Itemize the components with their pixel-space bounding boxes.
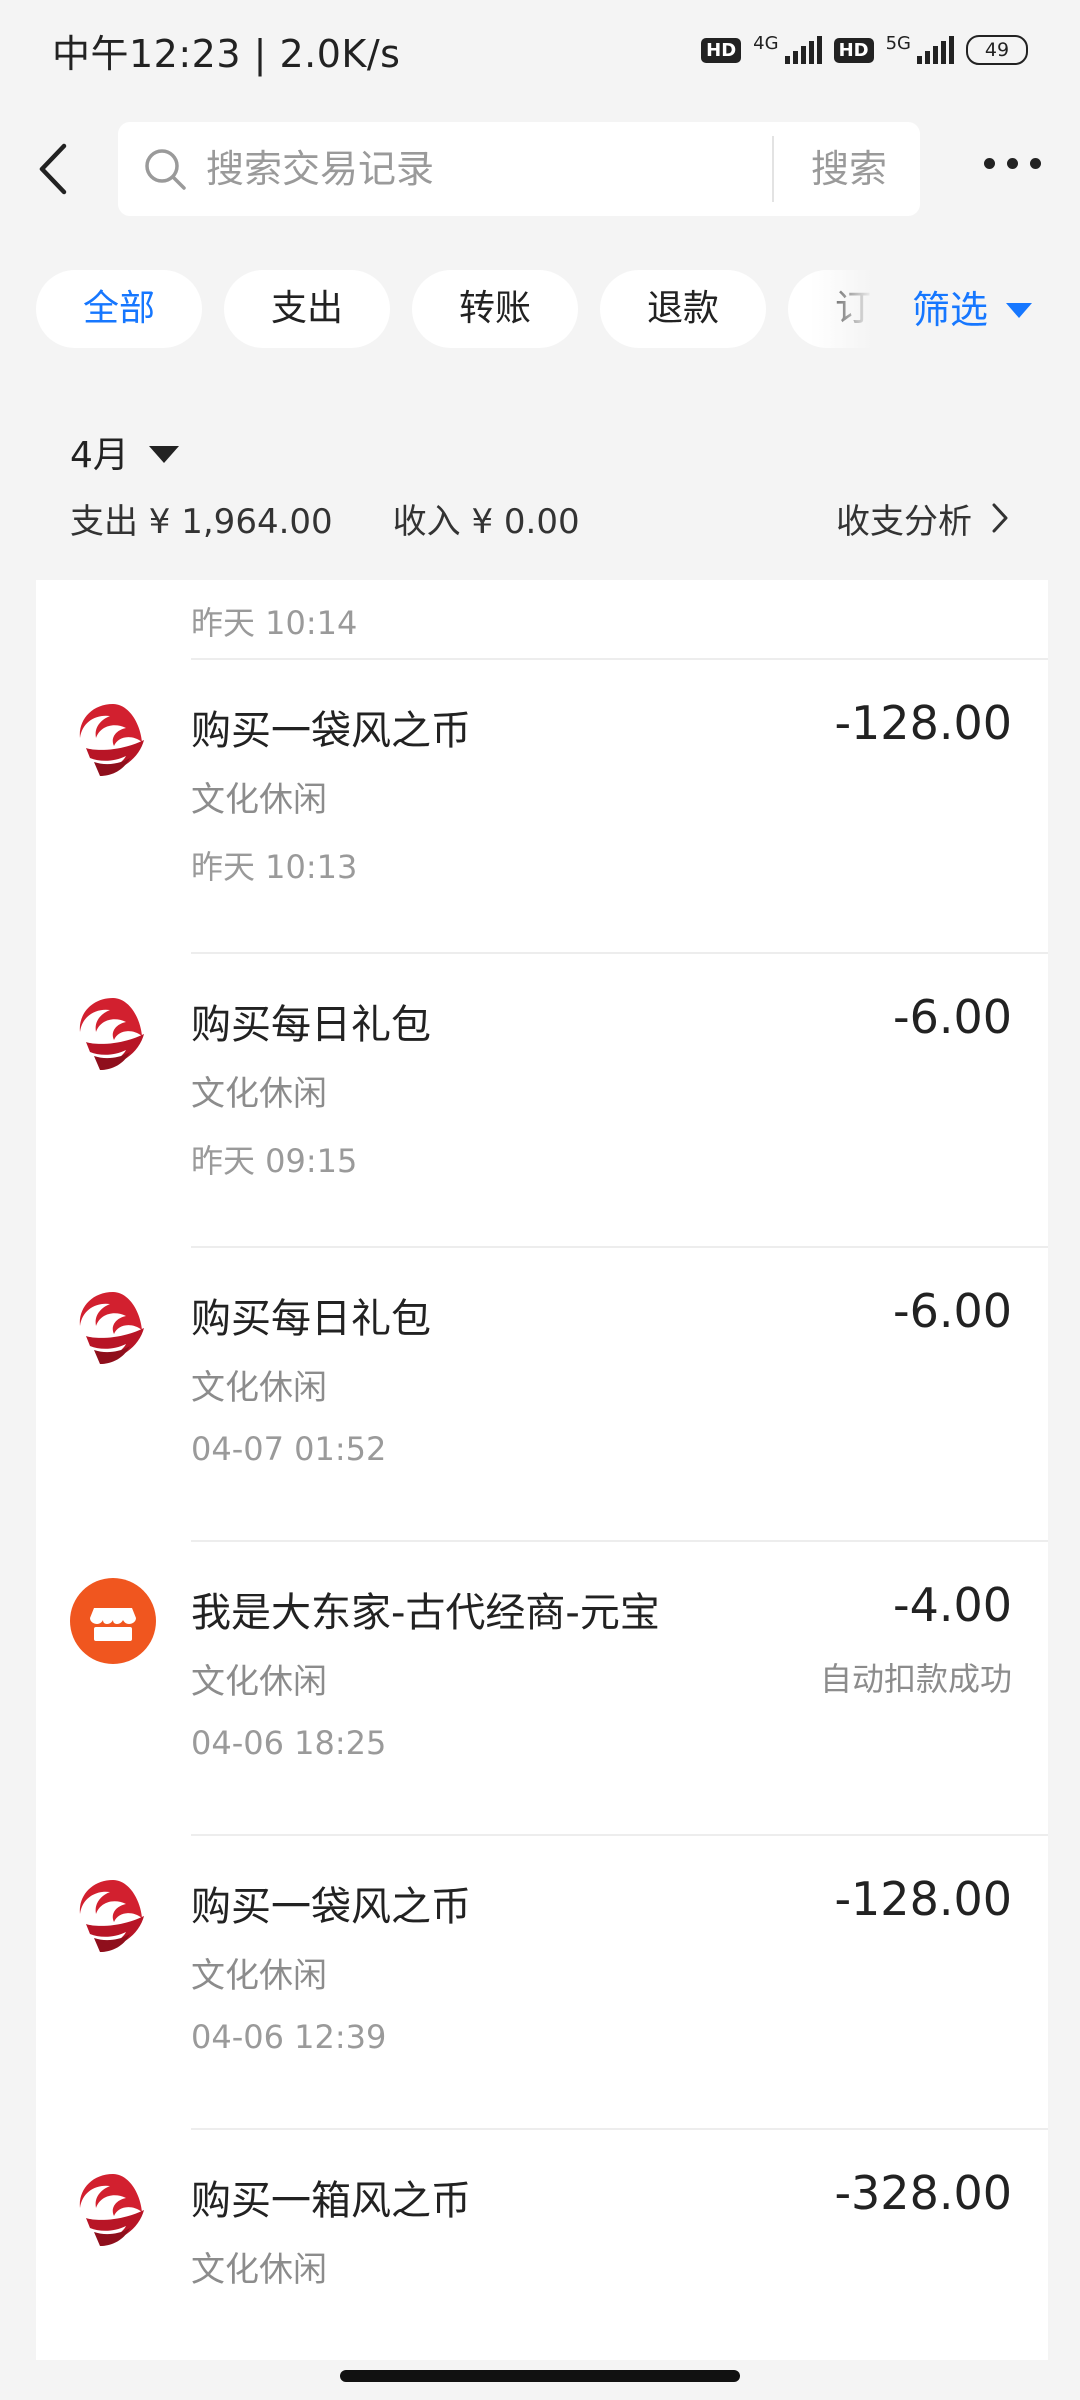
- transaction-title: 购买一箱风之币: [191, 2178, 471, 2224]
- month-selector[interactable]: 4月: [70, 424, 179, 480]
- search-placeholder: 搜索交易记录: [206, 147, 435, 191]
- battery-icon: 49: [966, 35, 1028, 65]
- fengzhi-logo-icon: [79, 2174, 144, 2246]
- hd-badge: HD: [701, 37, 742, 63]
- income-total: 收入 ¥ 0.00: [392, 501, 580, 542]
- shop-icon: [70, 1578, 156, 1664]
- hd-badge-2: HD: [833, 37, 874, 63]
- transaction-row[interactable]: 购买一袋风之币 文化休闲 昨天 10:13 -128.00: [36, 660, 1048, 954]
- fengzhi-logo-icon: [79, 998, 144, 1070]
- home-indicator[interactable]: [340, 2370, 740, 2382]
- transaction-list: 昨天 10:14 购买一袋风之币 文化休闲 昨天 10:13 -128.00 购…: [36, 580, 1048, 2360]
- search-divider: [772, 136, 774, 202]
- transaction-amount: -6.00: [892, 1284, 1012, 1338]
- status-icons: HD 4G HD 5G 49: [701, 33, 1028, 68]
- filter-label: 筛选: [912, 288, 989, 332]
- transaction-category: 文化休闲: [191, 780, 327, 820]
- transaction-time: 昨天 10:14: [191, 604, 358, 642]
- transaction-time: 昨天 10:13: [191, 848, 358, 886]
- chevron-right-icon: [992, 503, 1008, 533]
- search-button[interactable]: 搜索: [778, 122, 920, 216]
- transaction-title: 购买一袋风之币: [191, 1884, 471, 1930]
- transaction-row[interactable]: 购买每日礼包 文化休闲 昨天 09:15 -6.00: [36, 954, 1048, 1248]
- transaction-amount: -328.00: [834, 2166, 1012, 2220]
- network-4g-label: 4G: [753, 32, 779, 54]
- transaction-title: 我是大东家-古代经商-元宝: [191, 1590, 660, 1636]
- transaction-category: 文化休闲: [191, 1074, 327, 1114]
- chip-transfer[interactable]: 转账: [412, 270, 578, 348]
- chips-scroll: 全部 支出 转账 退款 订单: [36, 270, 886, 350]
- transaction-time: 04-07 01:52: [191, 1430, 387, 1468]
- transaction-status: 自动扣款成功: [819, 1660, 1012, 1698]
- more-options-icon[interactable]: [984, 158, 1041, 169]
- expense-total: 支出 ¥ 1,964.00: [70, 501, 333, 542]
- chip-refund[interactable]: 退款: [600, 270, 766, 348]
- transaction-amount: -6.00: [892, 990, 1012, 1044]
- signal-icon: [784, 36, 822, 64]
- month-summary: 支出 ¥ 1,964.00 收入 ¥ 0.00: [70, 490, 580, 546]
- transaction-row[interactable]: 购买一箱风之币 文化休闲 -328.00: [36, 2130, 1048, 2360]
- transaction-amount: -128.00: [834, 696, 1012, 750]
- transaction-row[interactable]: 购买每日礼包 文化休闲 04-07 01:52 -6.00: [36, 1248, 1048, 1542]
- fengzhi-logo-icon: [79, 1292, 144, 1364]
- transaction-time: 04-06 12:39: [191, 2018, 387, 2056]
- header: 搜索交易记录 搜索: [0, 122, 1080, 216]
- transaction-category: 文化休闲: [191, 1368, 327, 1408]
- network-5g-label: 5G: [885, 32, 911, 54]
- fengzhi-logo-icon: [79, 1880, 144, 1952]
- month-label: 4月: [70, 435, 129, 476]
- search-icon: [145, 149, 186, 190]
- transaction-time: 04-06 18:25: [191, 1724, 387, 1762]
- back-arrow-icon[interactable]: [30, 142, 80, 196]
- transaction-row[interactable]: 我是大东家-古代经商-元宝 文化休闲 04-06 18:25 -4.00 自动扣…: [36, 1542, 1048, 1836]
- filter-button[interactable]: 筛选: [912, 270, 1033, 350]
- chips-fade: [810, 270, 900, 350]
- transaction-row[interactable]: 昨天 10:14: [36, 580, 1048, 660]
- transaction-category: 文化休闲: [191, 2250, 327, 2290]
- analysis-label: 收支分析: [836, 501, 972, 542]
- transaction-title: 购买一袋风之币: [191, 708, 471, 754]
- transaction-title: 购买每日礼包: [191, 1002, 431, 1048]
- transaction-amount: -4.00: [892, 1578, 1012, 1632]
- search-input[interactable]: 搜索交易记录 搜索: [118, 122, 920, 216]
- caret-down-icon: [148, 445, 179, 463]
- chip-all[interactable]: 全部: [36, 270, 202, 348]
- filter-chips: 全部 支出 转账 退款 订单 筛选: [0, 270, 1080, 350]
- transaction-title: 购买每日礼包: [191, 1296, 431, 1342]
- fengzhi-logo-icon: [79, 704, 144, 776]
- transaction-category: 文化休闲: [191, 1956, 327, 1996]
- filter-dropdown-icon: [1006, 302, 1033, 318]
- status-time: 中午12:23 | 2.0K/s: [52, 31, 401, 76]
- transaction-amount: -128.00: [834, 1872, 1012, 1926]
- chip-expense[interactable]: 支出: [224, 270, 390, 348]
- signal-icon-2: [917, 36, 954, 64]
- analysis-link[interactable]: 收支分析: [836, 490, 1010, 546]
- transaction-category: 文化休闲: [191, 1662, 327, 1702]
- transaction-time: 昨天 09:15: [191, 1142, 358, 1180]
- status-bar: 中午12:23 | 2.0K/s HD 4G HD 5G 49: [0, 0, 1080, 100]
- transaction-row[interactable]: 购买一袋风之币 文化休闲 04-06 12:39 -128.00: [36, 1836, 1048, 2130]
